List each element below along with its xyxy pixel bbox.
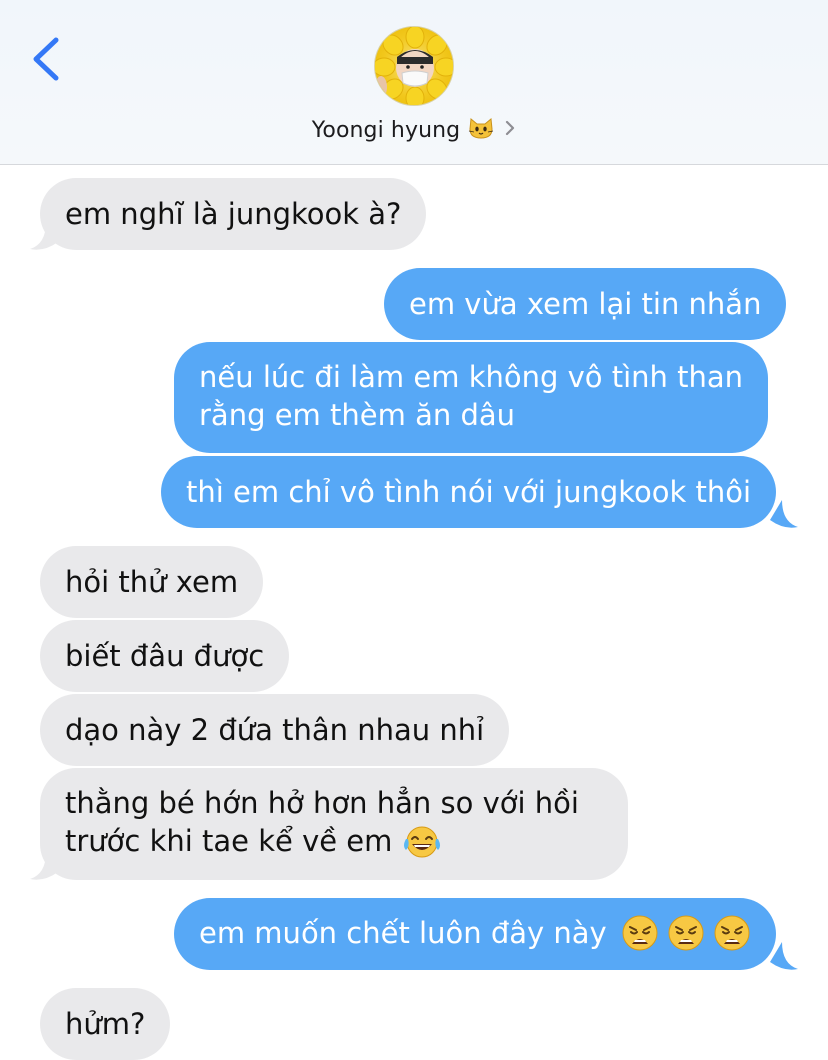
message-text-line: nếu lúc đi làm em không vô tình than (199, 360, 744, 394)
message-text: hửm? (65, 1007, 146, 1041)
message-text: em nghĩ là jungkook à? (65, 197, 402, 231)
sent-message[interactable]: em muốn chết luôn đây này (174, 898, 776, 970)
message-text: thì em chỉ vô tình nói với jungkook thôi (186, 475, 752, 509)
bubble-tail (30, 222, 58, 250)
received-message[interactable]: biết đâu được (40, 620, 290, 692)
message-text: em vừa xem lại tin nhắn (409, 287, 762, 321)
message-text: biết đâu được (65, 639, 265, 673)
message-text-line: thằng bé hớn hở hơn hẳn so với hồi (65, 786, 579, 820)
message-text-line: trước khi tae kể về em (65, 824, 393, 858)
chevron-right-icon (504, 119, 516, 141)
received-message[interactable]: hửm? (40, 988, 171, 1060)
avatar[interactable] (374, 26, 454, 106)
weary-face-icon (668, 915, 704, 951)
received-message[interactable]: em nghĩ là jungkook à? (40, 178, 427, 250)
weary-face-icon (714, 915, 750, 951)
contact-name: Yoongi hyung (311, 117, 461, 143)
chevron-left-icon (33, 37, 59, 81)
bubble-tail (770, 942, 798, 970)
message-text: dạo này 2 đứa thân nhau nhỉ (65, 713, 485, 747)
cat-face-icon (468, 116, 494, 144)
message-text-line: rằng em thèm ăn dâu (199, 398, 515, 432)
message-text: hỏi thử xem (65, 565, 239, 599)
received-message[interactable]: hỏi thử xem (40, 546, 264, 618)
bubble-tail (30, 852, 58, 880)
message-text: em muốn chết luôn đây này (199, 916, 607, 950)
received-message[interactable]: thằng bé hớn hở hơn hẳn so với hồi trước… (40, 768, 628, 880)
bubble-tail (770, 500, 798, 528)
face-with-tears-of-joy-icon (402, 824, 442, 858)
sent-message[interactable]: em vừa xem lại tin nhắn (384, 268, 787, 340)
back-button[interactable] (26, 34, 66, 84)
contact-name-button[interactable]: Yoongi hyung (0, 112, 828, 148)
weary-face-icon (622, 915, 658, 951)
sent-message[interactable]: nếu lúc đi làm em không vô tình than rằn… (174, 342, 769, 453)
sent-message[interactable]: thì em chỉ vô tình nói với jungkook thôi (161, 456, 777, 528)
conversation-header: Yoongi hyung (0, 0, 828, 165)
received-message[interactable]: dạo này 2 đứa thân nhau nhỉ (40, 694, 510, 766)
